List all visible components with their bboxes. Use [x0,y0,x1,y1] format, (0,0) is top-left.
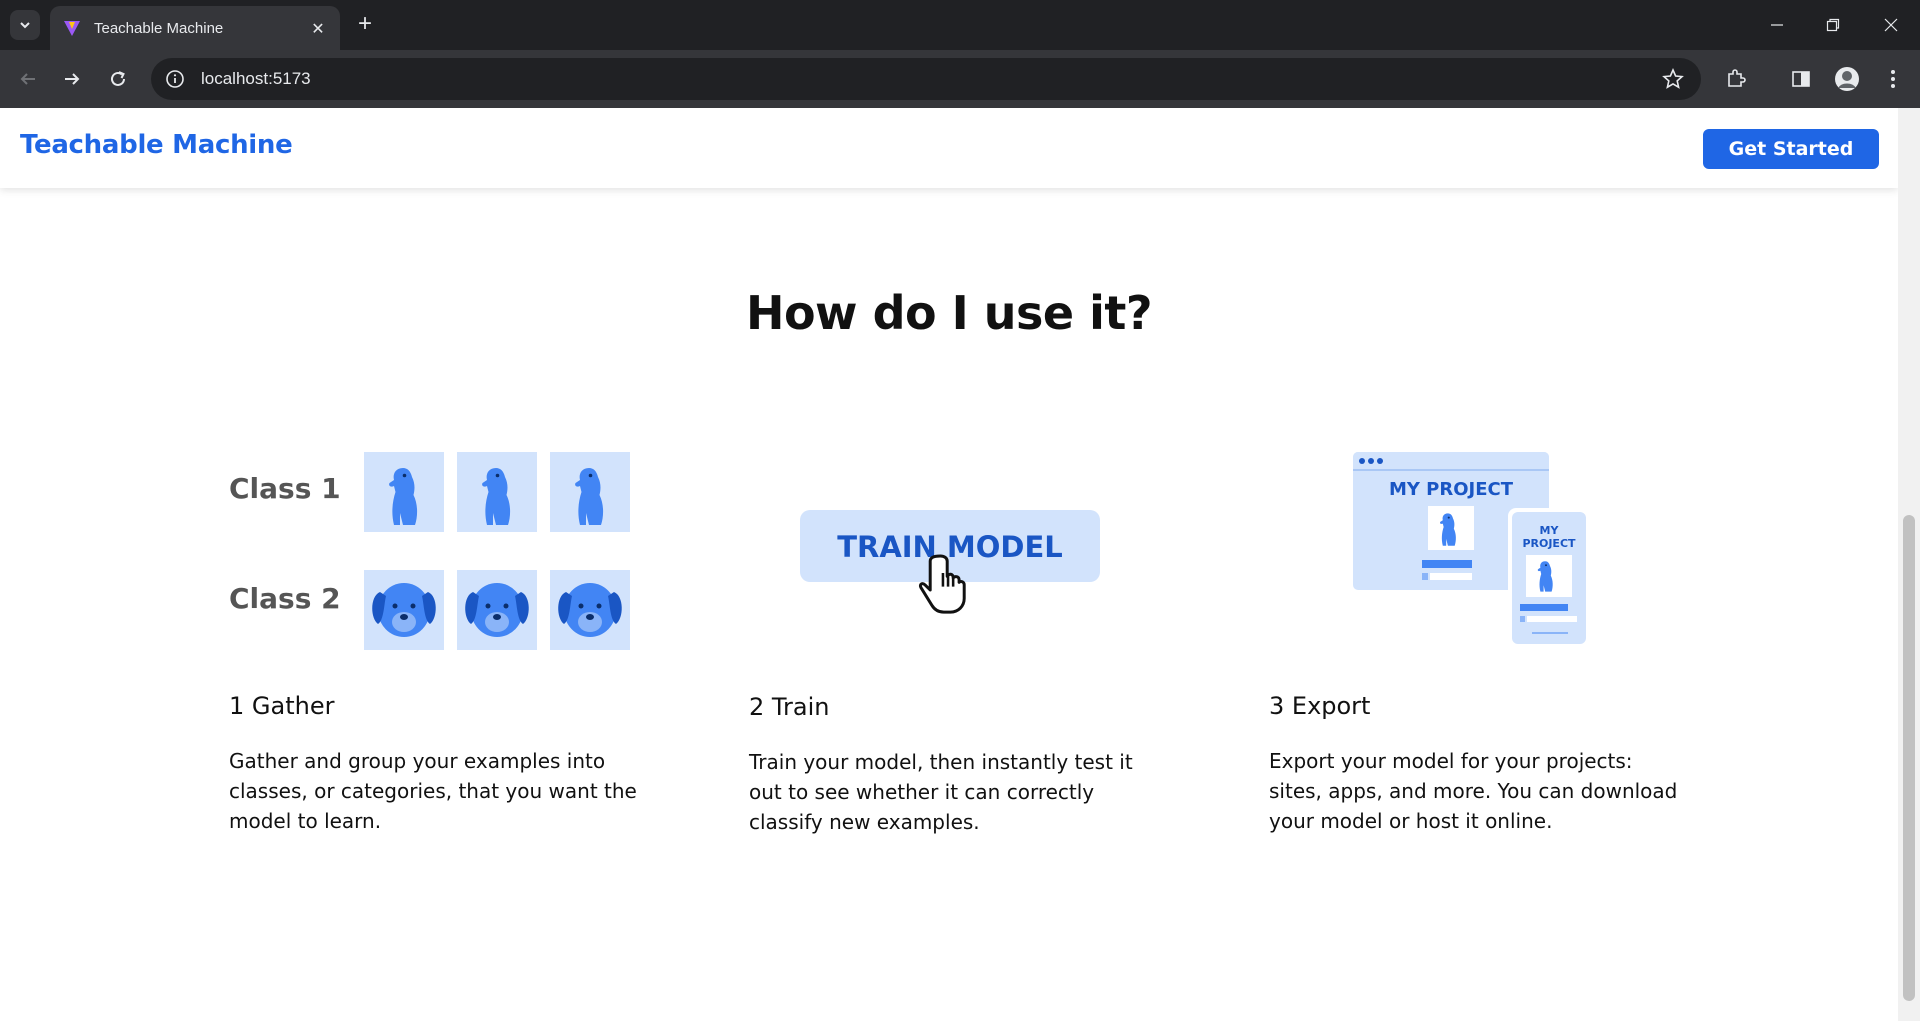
arrow-left-icon [20,73,35,85]
restore-icon [1826,18,1840,32]
minimize-button[interactable] [1762,12,1792,38]
kebab-menu-icon [1891,70,1895,88]
side-panel-icon [1792,71,1810,87]
step-title: 1 Gather [229,692,335,720]
step-export: 3 Export Export your model for your proj… [1269,692,1689,836]
tab-title: Teachable Machine [94,19,224,37]
arrow-right-icon [65,73,80,85]
puzzle-icon [1728,69,1746,87]
url-text: localhost:5173 [201,69,311,88]
star-icon [1662,68,1684,89]
get-started-button[interactable]: Get Started [1703,129,1879,169]
step-description: Train your model, then instantly test it… [749,750,1133,834]
chevron-down-icon [20,22,30,29]
site-header: Teachable Machine Get Started [0,108,1898,188]
restore-button[interactable] [1818,12,1848,38]
step-train: 2 Train Train your model, then instantly… [749,693,1169,837]
minimize-icon [1771,24,1783,26]
my-project-mobile-label-line2: PROJECT [1522,537,1576,550]
my-project-label: MY PROJECT [1389,479,1514,500]
side-panel-button[interactable] [1786,64,1816,94]
train-model-label: TRAIN MODEL [837,530,1063,564]
close-icon [1884,18,1898,32]
tab-search-button[interactable] [10,10,40,40]
export-illustration: MY PROJECT MY PROJECT [1350,450,1600,650]
class-2-label: Class 2 [229,582,341,615]
tab-close-icon[interactable]: ✕ [308,19,328,38]
page-viewport: Teachable Machine Get Started How do I u… [0,108,1898,1021]
site-info-icon[interactable] [165,69,185,89]
brand-logo-text[interactable]: Teachable Machine [20,130,293,160]
browser-menu-button[interactable] [1878,64,1908,94]
address-bar[interactable]: localhost:5173 [151,58,1701,100]
bookmark-button[interactable] [1658,64,1688,94]
my-project-mobile-label-line1: MY [1540,524,1560,537]
close-window-button[interactable] [1876,12,1906,38]
browser-tab-active[interactable]: Teachable Machine ✕ [50,6,340,50]
step-description: Gather and group your examples into clas… [229,749,637,833]
back-button[interactable] [13,64,43,94]
extensions-button[interactable] [1721,64,1751,94]
avatar-icon [1835,67,1859,91]
reload-button[interactable] [103,64,133,94]
train-illustration: TRAIN MODEL [798,508,1103,633]
step-title: 2 Train [749,693,830,721]
browser-tab-strip: Teachable Machine ✕ + [0,0,1920,50]
vite-favicon-icon [64,21,80,36]
reload-icon [111,71,125,86]
new-tab-button[interactable]: + [352,12,378,38]
section-heading: How do I use it? [745,286,1153,340]
step-title: 3 Export [1269,692,1371,720]
class-1-label: Class 1 [229,472,341,505]
step-gather: 1 Gather Gather and group your examples … [229,692,649,836]
step-description: Export your model for your projects: sit… [1269,749,1678,833]
scrollbar-thumb[interactable] [1903,515,1915,1001]
gather-illustration: Class 1 Class 2 [225,450,635,650]
forward-button[interactable] [57,64,87,94]
profile-button[interactable] [1832,64,1862,94]
